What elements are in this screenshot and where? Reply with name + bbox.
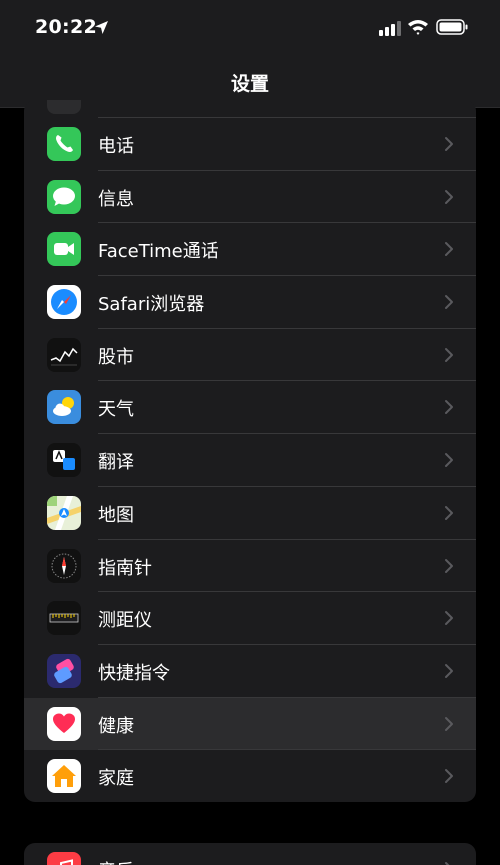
chevron-right-icon [445, 558, 453, 573]
location-arrow-icon [95, 21, 108, 34]
translate-icon [47, 443, 81, 478]
stocks-icon [47, 337, 81, 372]
settings-row-health[interactable]: 健康 [24, 697, 476, 751]
cellular-signal-icon [379, 21, 401, 36]
health-icon [47, 706, 81, 741]
chevron-right-icon [445, 295, 453, 310]
music-icon [47, 852, 81, 865]
settings-row-label: 家庭 [98, 768, 134, 790]
chevron-right-icon [445, 453, 453, 468]
chevron-right-icon [445, 716, 453, 731]
messages-icon [47, 179, 81, 214]
measure-icon [47, 601, 81, 636]
chevron-right-icon [445, 347, 453, 362]
settings-row-music[interactable]: 音乐 [24, 843, 476, 865]
facetime-icon [47, 232, 81, 267]
settings-row-weather[interactable]: 天气 [24, 381, 476, 435]
chevron-right-icon [445, 663, 453, 678]
settings-row-label: 电话 [98, 136, 134, 157]
home-icon [47, 759, 81, 794]
safari-icon [47, 285, 81, 320]
chevron-right-icon [445, 611, 453, 626]
settings-row-label: 翻译 [98, 452, 134, 474]
chevron-right-icon [445, 189, 453, 204]
settings-row-label: 股市 [98, 346, 134, 368]
compass-icon [47, 548, 81, 583]
wifi-icon [408, 20, 428, 35]
settings-row-label: 测距仪 [98, 610, 152, 632]
settings-row-stocks[interactable]: 股市 [24, 329, 476, 382]
settings-group-media: 音乐 [24, 843, 476, 865]
battery-icon [436, 19, 468, 35]
chevron-right-icon [445, 400, 453, 415]
settings-row-label: Safari浏览器 [98, 294, 205, 316]
settings-row-label: 信息 [98, 188, 134, 210]
settings-row-facetime[interactable]: FaceTime通话 [24, 223, 476, 277]
settings-row-partial[interactable] [24, 100, 476, 118]
settings-row-shortcuts[interactable]: 快捷指令 [24, 645, 476, 698]
settings-row-label: 地图 [98, 504, 134, 526]
chevron-right-icon [445, 769, 453, 784]
settings-row-label: 音乐 [98, 857, 134, 865]
weather-icon [47, 390, 81, 425]
maps-icon [47, 495, 81, 530]
settings-group-apps: 电话 信息 FaceTime通话 Safari浏览器 股市 天气 翻译 地图 指… [24, 100, 476, 802]
settings-row-phone[interactable]: 电话 [24, 118, 476, 171]
settings-row-home[interactable]: 家庭 [24, 750, 476, 802]
settings-row-messages[interactable]: 信息 [24, 171, 476, 224]
settings-row-compass[interactable]: 指南针 [24, 540, 476, 593]
chevron-right-icon [445, 505, 453, 520]
settings-row-safari[interactable]: Safari浏览器 [24, 276, 476, 329]
chevron-right-icon [445, 862, 450, 865]
phone-icon [47, 127, 81, 161]
shortcuts-icon [47, 653, 81, 688]
settings-row-label: 健康 [98, 715, 134, 737]
page-title: 设置 [230, 73, 269, 95]
partial-app-icon [47, 100, 81, 114]
settings-row-measure[interactable]: 测距仪 [24, 592, 476, 645]
chevron-right-icon [445, 137, 453, 151]
status-time: 20:22 [35, 16, 97, 38]
status-bar: 20:22 [0, 0, 500, 56]
settings-row-label: FaceTime通话 [98, 241, 219, 263]
settings-row-maps[interactable]: 地图 [24, 487, 476, 540]
chevron-right-icon [445, 242, 453, 257]
settings-row-label: 指南针 [98, 557, 152, 579]
settings-row-label: 天气 [98, 399, 134, 421]
settings-row-translate[interactable]: 翻译 [24, 434, 476, 487]
settings-row-label: 快捷指令 [98, 662, 170, 684]
